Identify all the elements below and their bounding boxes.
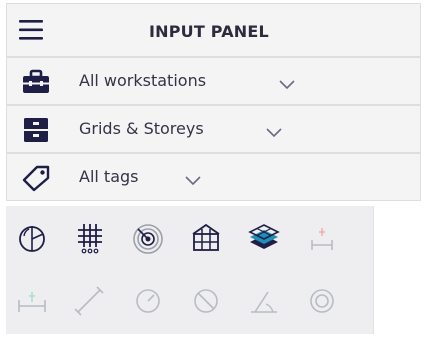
storey-layers-icon[interactable] [246,220,282,256]
grids-storeys-dropdown[interactable]: Grids & Storeys [6,105,421,153]
dropdown-label: Grids & Storeys [79,119,204,138]
hamburger-menu-icon[interactable] [17,17,45,43]
level-dimension-icon[interactable] [304,220,340,256]
angle-dimension-icon[interactable] [246,282,282,318]
chevron-down-icon [266,123,282,138]
panel-title: INPUT PANEL [149,22,269,41]
dropdown-label: All workstations [79,71,207,90]
workstations-dropdown[interactable]: All workstations [6,57,421,105]
tags-dropdown[interactable]: All tags [6,153,421,201]
radius-dimension-icon[interactable] [130,282,166,318]
diameter-dimension-icon[interactable] [188,282,224,318]
dimension-icon[interactable] [14,282,50,318]
chevron-down-icon [279,75,295,90]
circular-grid-icon[interactable] [14,220,50,256]
panel-header: INPUT PANEL [6,3,421,57]
structure-frame-icon[interactable] [188,220,224,256]
chevron-down-icon [185,171,201,186]
briefcase-icon [21,68,51,96]
dropdown-label: All tags [79,167,139,186]
aligned-dimension-icon[interactable] [72,282,108,318]
radial-grid-icon[interactable] [130,220,166,256]
tag-icon [21,164,51,192]
arc-length-icon[interactable] [304,282,340,318]
tool-grid [6,206,374,334]
rectangular-grid-icon[interactable] [72,220,108,256]
storeys-cabinet-icon [21,116,51,144]
input-panel: INPUT PANEL All workstations Grids & Sto… [6,3,421,335]
